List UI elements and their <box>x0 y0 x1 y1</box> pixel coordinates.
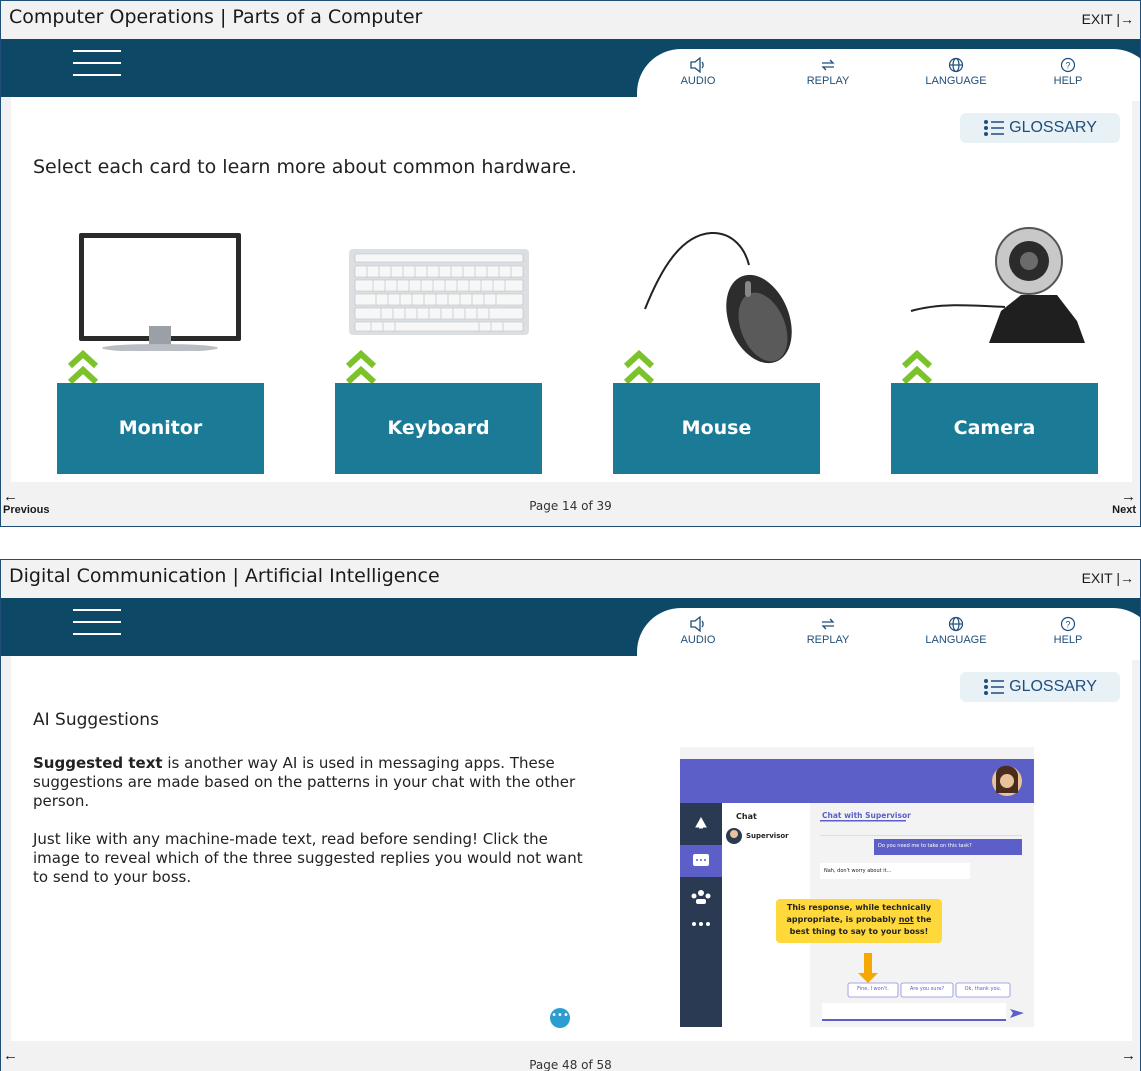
callout-text: This response, while technically appropr… <box>776 902 942 938</box>
course-title: Digital Communication | Artificial Intel… <box>9 565 440 587</box>
globe-icon <box>948 57 964 73</box>
chevron-up-icon <box>67 350 99 385</box>
help-icon: ? <box>1060 616 1076 632</box>
audio-label: AUDIO <box>680 634 716 646</box>
replay-button[interactable]: REPLAY <box>783 57 873 87</box>
page-number: Page 48 of 58 <box>529 1058 612 1071</box>
outgoing-message: Nah, don't worry about it... <box>824 868 892 874</box>
replay-button[interactable]: REPLAY <box>783 616 873 646</box>
page-number: Page 14 of 39 <box>529 499 612 513</box>
term-suggested-text: Suggested text <box>33 754 163 772</box>
paragraph-2: Just like with any machine-made text, re… <box>33 830 583 886</box>
toolbar: AUDIO REPLAY LANGUAGE ? HELP <box>637 608 1140 660</box>
card-camera[interactable]: Camera <box>891 383 1098 474</box>
list-icon <box>984 678 1005 695</box>
lesson-content: GLOSSARY AI Suggestions Suggested text i… <box>11 656 1132 1041</box>
exit-button[interactable]: EXIT |→ <box>1082 570 1134 586</box>
monitor-image <box>79 233 241 351</box>
card-mouse[interactable]: Mouse <box>613 383 820 474</box>
glossary-button[interactable]: GLOSSARY <box>960 113 1120 143</box>
course-title: Computer Operations | Parts of a Compute… <box>9 6 423 28</box>
chat-sidebar-title: Chat <box>736 812 757 821</box>
menu-icon[interactable] <box>73 50 121 82</box>
callout-line-3: best thing to say to your boss! <box>789 927 929 936</box>
next-label: Next <box>1112 504 1136 516</box>
svg-text:?: ? <box>1065 61 1070 71</box>
title-bar: Digital Communication | Artificial Intel… <box>1 560 1140 598</box>
lesson-window-parts-of-computer: Computer Operations | Parts of a Compute… <box>0 0 1141 527</box>
help-label: HELP <box>1053 75 1083 87</box>
exit-label: EXIT <box>1081 11 1113 27</box>
section-heading: AI Suggestions <box>33 710 159 730</box>
menu-icon[interactable] <box>73 609 121 641</box>
instruction-text: Select each card to learn more about com… <box>33 156 577 178</box>
callout-line-2: appropriate, is probably not the <box>776 914 942 926</box>
suggestion-chip: Ok, thank you. <box>964 986 1002 992</box>
language-button[interactable]: LANGUAGE <box>911 57 1001 87</box>
chevron-up-icon <box>345 350 377 385</box>
card-keyboard[interactable]: Keyboard <box>335 383 542 474</box>
replay-icon <box>821 618 835 630</box>
glossary-label: GLOSSARY <box>1009 119 1097 136</box>
globe-icon <box>948 616 964 632</box>
audio-button[interactable]: AUDIO <box>653 616 743 646</box>
contact-name: Supervisor <box>746 832 789 840</box>
callout-line-2a: appropriate, is probably <box>786 915 899 924</box>
lesson-content: GLOSSARY Select each card to learn more … <box>11 97 1132 482</box>
next-button[interactable]: → <box>1121 1047 1136 1064</box>
lesson-window-artificial-intelligence: Digital Communication | Artificial Intel… <box>0 559 1141 1071</box>
page-navigation: ← Previous Page 14 of 39 → Next <box>1 482 1140 526</box>
audio-label: AUDIO <box>680 75 716 87</box>
webcam-image <box>910 227 1085 343</box>
chat-app-illustration <box>680 747 1034 1027</box>
language-button[interactable]: LANGUAGE <box>911 616 1001 646</box>
exit-label: EXIT <box>1081 570 1113 586</box>
nav-bar: AUDIO REPLAY LANGUAGE ? HELP <box>1 39 1140 101</box>
language-label: LANGUAGE <box>925 75 987 87</box>
keyboard-image <box>349 249 529 335</box>
nav-bar: AUDIO REPLAY LANGUAGE ? HELP <box>1 598 1140 660</box>
help-label: HELP <box>1053 634 1083 646</box>
card-monitor[interactable]: Monitor <box>57 383 264 474</box>
list-icon <box>984 119 1005 136</box>
speaker-icon <box>690 57 704 73</box>
replay-label: REPLAY <box>806 75 850 87</box>
suggestion-chip: Are you sure? <box>909 986 945 992</box>
suggestion-chip: Fine, I won't. <box>857 986 889 992</box>
incoming-message: Do you need me to take on this task? <box>878 843 972 849</box>
page-navigation: ← Page 48 of 58 → <box>1 1041 1140 1071</box>
body-text: Suggested text is another way AI is used… <box>33 754 593 906</box>
chat-tab: Chat with Supervisor <box>822 811 911 820</box>
replay-label: REPLAY <box>806 634 850 646</box>
chat-suggestion-image[interactable]: Chat Supervisor Chat with Supervisor Do … <box>680 747 1034 1027</box>
paragraph-1: Suggested text is another way AI is used… <box>33 754 593 811</box>
glossary-button[interactable]: GLOSSARY <box>960 672 1120 702</box>
chat-bubble-icon[interactable]: ••• <box>550 1008 570 1028</box>
help-button[interactable]: ? HELP <box>1023 616 1113 646</box>
svg-text:?: ? <box>1065 620 1070 630</box>
language-label: LANGUAGE <box>925 634 987 646</box>
audio-button[interactable]: AUDIO <box>653 57 743 87</box>
chevron-up-icon <box>623 350 655 385</box>
callout-line-1: This response, while technically <box>786 903 932 912</box>
mouse-image <box>644 231 792 364</box>
toolbar: AUDIO REPLAY LANGUAGE ? HELP <box>637 49 1140 101</box>
help-button[interactable]: ? HELP <box>1023 57 1113 87</box>
title-bar: Computer Operations | Parts of a Compute… <box>1 1 1140 39</box>
exit-icon: |→ <box>1116 570 1134 586</box>
chevron-up-icon <box>901 350 933 385</box>
help-icon: ? <box>1060 57 1076 73</box>
arrow-right-icon: → <box>1121 1047 1136 1064</box>
arrow-right-icon: → <box>1121 488 1136 505</box>
exit-button[interactable]: EXIT |→ <box>1082 11 1134 27</box>
exit-icon: |→ <box>1116 11 1134 27</box>
speaker-icon <box>690 616 704 632</box>
next-button[interactable]: → Next <box>1112 488 1136 516</box>
callout-line-2b: not <box>898 915 914 924</box>
replay-icon <box>821 59 835 71</box>
glossary-label: GLOSSARY <box>1009 678 1097 695</box>
callout-line-2c: the <box>913 915 932 924</box>
